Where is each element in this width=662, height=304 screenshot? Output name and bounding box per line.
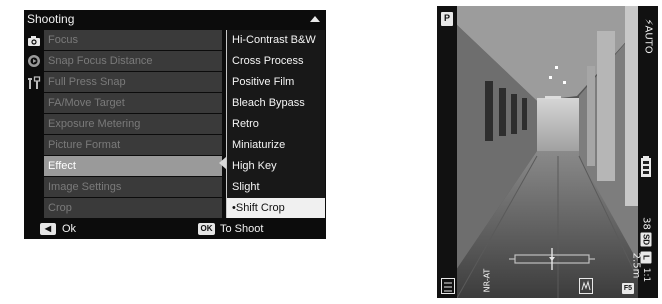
shots-remaining: 38 bbox=[640, 217, 652, 230]
play-gear-icon[interactable] bbox=[27, 54, 41, 68]
menu-item-exposure-metering[interactable]: Exposure Metering bbox=[44, 114, 222, 134]
submenu-item-cross-process[interactable]: Cross Process bbox=[227, 51, 325, 71]
menu-footer: ◀ Ok OK To Shoot bbox=[24, 220, 326, 239]
left-key-icon: ◀ bbox=[40, 223, 56, 235]
footer-ok-label: Ok bbox=[62, 223, 77, 235]
effect-mode-icon bbox=[579, 278, 593, 294]
submenu-item-slight[interactable]: Slight bbox=[227, 177, 325, 197]
f5-badge: F5 bbox=[622, 283, 634, 294]
menu-item-effect[interactable]: Effect bbox=[44, 156, 222, 176]
shift-crop-icon bbox=[441, 278, 455, 294]
sd-card-badge: SD bbox=[640, 232, 652, 247]
menu-item-full-press-snap[interactable]: Full Press Snap bbox=[44, 72, 222, 92]
live-view-screen: P ⚡AUTO 38 SD 2.5m L 1:1 F5 NR-AT bbox=[437, 6, 658, 298]
shooting-menu: Shooting Focus Snap Focus Distance Full … bbox=[24, 10, 326, 239]
submenu-item-bleach-bypass[interactable]: Bleach Bypass bbox=[227, 93, 325, 113]
menu-item-crop[interactable]: Crop bbox=[44, 198, 222, 218]
shooting-mode-badge: P bbox=[441, 12, 453, 26]
menu-list: Focus Snap Focus Distance Full Press Sna… bbox=[44, 30, 222, 219]
footer-to-shoot-label: To Shoot bbox=[220, 223, 264, 235]
menu-item-fa-move-target[interactable]: FA/Move Target bbox=[44, 93, 222, 113]
camera-icon[interactable] bbox=[27, 34, 41, 48]
effect-submenu: Hi-Contrast B&W Cross Process Positive F… bbox=[226, 30, 325, 218]
image-size-badge: L bbox=[640, 251, 652, 264]
noise-reduction-label: NR-AT bbox=[482, 268, 492, 293]
level-gauge-icon bbox=[509, 248, 595, 270]
scroll-up-icon[interactable] bbox=[310, 16, 320, 22]
submenu-item-retro[interactable]: Retro bbox=[227, 114, 325, 134]
menu-item-focus[interactable]: Focus bbox=[44, 30, 222, 50]
battery-icon bbox=[641, 156, 651, 177]
ok-key-icon: OK bbox=[198, 223, 215, 235]
menu-title-text: Shooting bbox=[27, 12, 75, 26]
submenu-item-high-key[interactable]: High Key bbox=[227, 156, 325, 176]
menu-sidebar bbox=[24, 30, 44, 220]
tools-icon[interactable] bbox=[27, 76, 41, 90]
submenu-item-positive-film[interactable]: Positive Film bbox=[227, 72, 325, 92]
submenu-item-hi-contrast-bw[interactable]: Hi-Contrast B&W bbox=[227, 30, 325, 50]
flash-auto-indicator: ⚡AUTO bbox=[642, 18, 654, 54]
submenu-item-miniaturize[interactable]: Miniaturize bbox=[227, 135, 325, 155]
menu-title: Shooting bbox=[24, 10, 326, 29]
aspect-ratio: 1:1 bbox=[641, 267, 651, 283]
submenu-item-shift-crop[interactable]: •Shift Crop bbox=[227, 198, 325, 218]
submenu-pointer-icon bbox=[219, 157, 226, 169]
menu-item-image-settings[interactable]: Image Settings bbox=[44, 177, 222, 197]
menu-item-picture-format[interactable]: Picture Format bbox=[44, 135, 222, 155]
menu-item-snap-focus-distance[interactable]: Snap Focus Distance bbox=[44, 51, 222, 71]
